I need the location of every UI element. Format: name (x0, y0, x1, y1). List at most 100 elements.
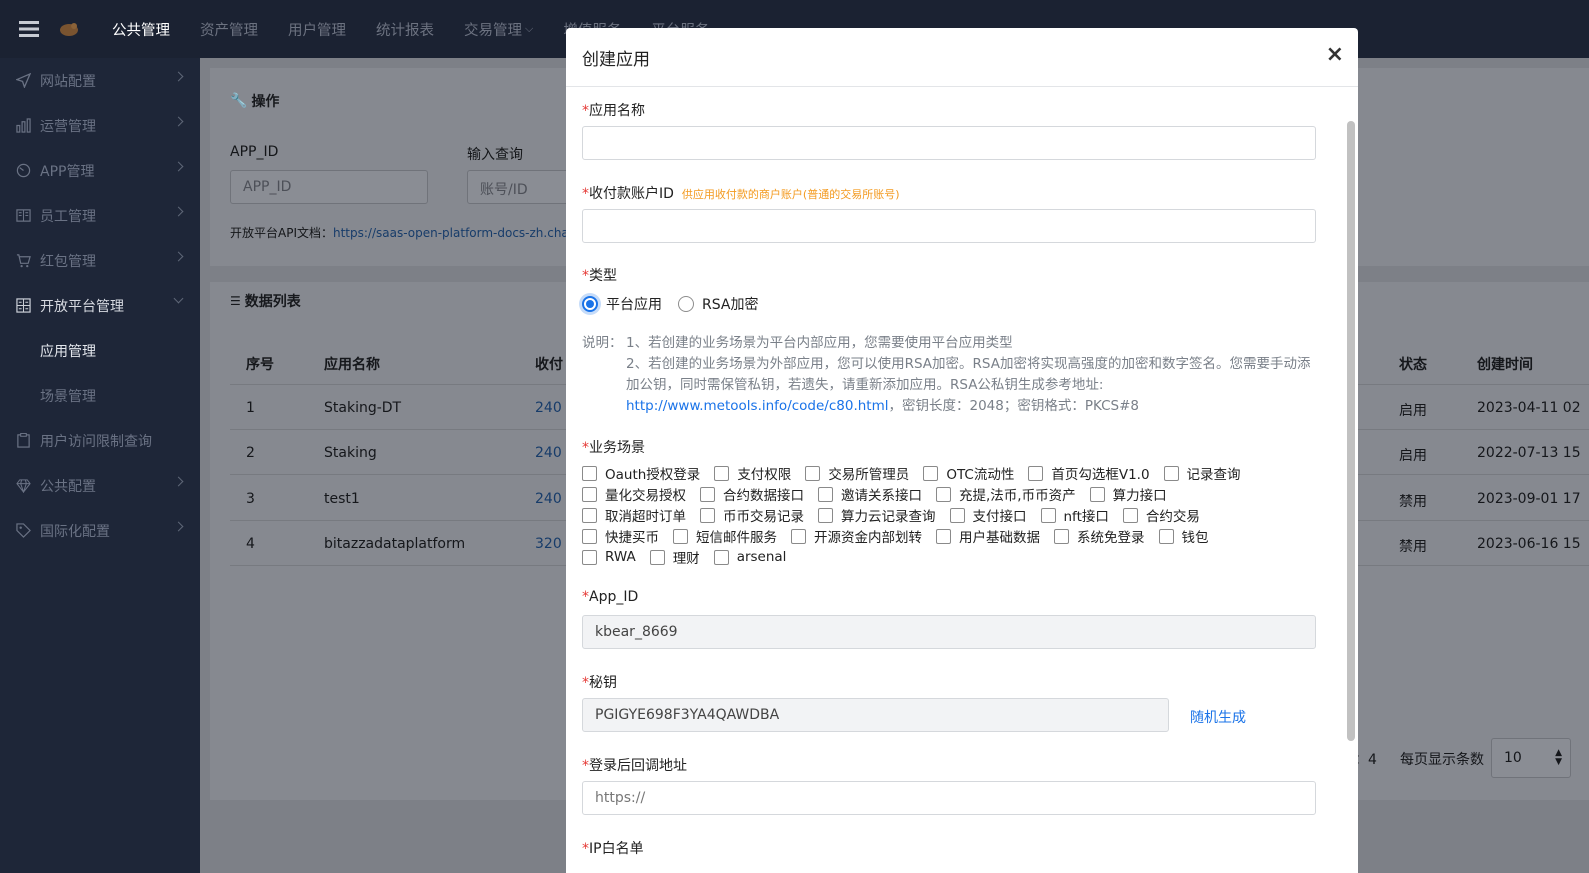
scene-checkbox[interactable] (1054, 528, 1069, 544)
sidebar-item-operations[interactable]: 运营管理 (0, 103, 200, 148)
sidebar-item-public-config[interactable]: 公共配置 (0, 463, 200, 508)
sidebar-item-i18n-config[interactable]: 国际化配置 (0, 508, 200, 553)
scene-checkbox[interactable] (1028, 465, 1044, 481)
topnav-asset-management[interactable]: 资产管理 (200, 19, 258, 40)
scene-checkbox-label[interactable]: OTC流动性 (946, 463, 1014, 483)
scene-checkbox-label[interactable]: 邀请关系接口 (841, 484, 922, 504)
scene-checkbox[interactable] (714, 465, 730, 481)
list-icon: ☰ (230, 294, 241, 308)
scene-checkbox-label[interactable]: 系统免登录 (1077, 526, 1145, 546)
scene-checkbox-label[interactable]: 短信邮件服务 (696, 526, 777, 546)
scene-checkbox-label[interactable]: nft接口 (1064, 505, 1109, 525)
secret-input[interactable]: PGIGYE698F3YA4QAWDBA (582, 698, 1169, 732)
scene-checkbox[interactable] (700, 486, 715, 502)
data-list-title: ☰ 数据列表 (230, 294, 301, 310)
scene-checkbox[interactable] (582, 528, 597, 544)
diamond-icon (14, 477, 32, 495)
scene-checkbox[interactable] (700, 507, 715, 523)
account-id-input[interactable] (582, 209, 1316, 243)
scene-checkbox-label[interactable]: 合约交易 (1146, 505, 1200, 525)
scene-checkbox-label[interactable]: 支付权限 (737, 463, 791, 483)
scene-checkbox[interactable] (713, 549, 729, 565)
scene-checkbox-label[interactable]: 钱包 (1182, 526, 1209, 546)
type-radio-group: 平台应用 RSA加密 (582, 294, 774, 314)
scene-checkbox[interactable] (1040, 507, 1056, 523)
scene-checkbox-label[interactable]: 算力云记录查询 (841, 505, 936, 525)
scene-checkbox-label[interactable]: 开源资金内部划转 (814, 526, 922, 546)
scene-checkbox[interactable] (936, 486, 951, 502)
scene-checkbox-label[interactable]: 充提,法币,币币资产 (959, 484, 1076, 504)
table-cell-name: Staking (324, 445, 377, 461)
topnav-user-management[interactable]: 用户管理 (288, 19, 346, 40)
scene-checkbox[interactable] (1089, 486, 1105, 502)
scene-checkbox[interactable] (1122, 507, 1138, 523)
scene-checkbox[interactable] (1158, 528, 1174, 544)
radio-rsa-label[interactable]: RSA加密 (702, 294, 758, 314)
scene-checkbox[interactable] (923, 465, 939, 481)
table-cell-account[interactable]: 240 (535, 491, 562, 507)
api-doc-link[interactable]: https://saas-open-platform-docs-zh.cha (333, 226, 569, 240)
radio-platform-app[interactable] (582, 296, 598, 312)
scene-checkbox-label[interactable]: 算力接口 (1113, 484, 1167, 504)
scene-checkbox-label[interactable]: 理财 (673, 547, 700, 567)
close-icon[interactable]: × (1326, 44, 1344, 66)
scene-checkbox[interactable] (582, 549, 597, 565)
scene-checkbox[interactable] (1163, 465, 1179, 481)
scene-checkbox-label[interactable]: 币币交易记录 (723, 505, 804, 525)
scene-checkbox-label[interactable]: 用户基础数据 (959, 526, 1040, 546)
scene-checkbox[interactable] (818, 507, 833, 523)
scene-checkbox-label[interactable]: 交易所管理员 (828, 463, 909, 483)
scene-checkbox[interactable] (805, 465, 821, 481)
sidebar-item-access-limit[interactable]: 用户访问限制查询 (0, 418, 200, 463)
app-id-filter-input[interactable]: APP_ID (230, 170, 428, 204)
sidebar-item-red-packet[interactable]: 红包管理 (0, 238, 200, 283)
radio-rsa[interactable] (678, 296, 694, 312)
scene-checkbox[interactable] (791, 528, 806, 544)
scene-checkbox-label[interactable]: RWA (605, 549, 636, 565)
sidebar-item-staff[interactable]: 员工管理 (0, 193, 200, 238)
scene-checkbox-label[interactable]: 首页勾选框V1.0 (1051, 463, 1149, 483)
per-page-select[interactable]: 10 ▲ ▼ (1491, 738, 1571, 778)
scene-checkbox-label[interactable]: 量化交易授权 (605, 484, 686, 504)
scene-checkbox[interactable] (649, 549, 665, 565)
scene-checkbox-row: RWA 理财 arsenal (582, 547, 800, 567)
scene-checkbox-label[interactable]: arsenal (737, 549, 787, 565)
sidebar-item-open-platform[interactable]: 开放平台管理 (0, 283, 200, 328)
rsa-reference-link[interactable]: http://www.metools.info/code/c80.html (626, 398, 889, 414)
scene-checkbox-label[interactable]: 快捷买币 (605, 526, 659, 546)
generate-secret-button[interactable]: 随机生成 (1190, 707, 1246, 727)
topnav-trade-management[interactable]: 交易管理 ⌵ (464, 19, 533, 40)
topnav-statistics[interactable]: 统计报表 (376, 19, 434, 40)
scene-checkbox[interactable] (582, 465, 597, 481)
table-cell-account[interactable]: 240 (535, 445, 562, 461)
brand-logo[interactable] (58, 20, 98, 38)
scene-checkbox-label[interactable]: Oauth授权登录 (605, 463, 700, 483)
scene-checkbox-label[interactable]: 取消超时订单 (605, 505, 686, 525)
scene-checkbox-label[interactable]: 合约数据接口 (723, 484, 804, 504)
type-label: *类型 (582, 268, 617, 284)
sidebar-subitem-app-management[interactable]: 应用管理 (0, 328, 200, 373)
topnav-public-management[interactable]: 公共管理 (112, 19, 170, 40)
scene-checkbox[interactable] (818, 486, 833, 502)
modal-scrollbar[interactable] (1347, 121, 1355, 741)
scene-checkbox[interactable] (582, 486, 597, 502)
scene-checkbox[interactable] (949, 507, 965, 523)
scene-checkbox[interactable] (582, 507, 597, 523)
sidebar-item-site-config[interactable]: 网站配置 (0, 58, 200, 103)
scene-checkbox-label[interactable]: 支付接口 (973, 505, 1027, 525)
scene-checkbox[interactable] (673, 528, 688, 544)
callback-url-input[interactable]: https:// (582, 781, 1316, 815)
table-cell-created: 2023-04-11 02 (1477, 400, 1581, 416)
radio-platform-app-label[interactable]: 平台应用 (606, 294, 662, 314)
sidebar-subitem-scene-management[interactable]: 场景管理 (0, 373, 200, 418)
table-cell-account[interactable]: 240 (535, 400, 562, 416)
table-cell-account[interactable]: 320 (535, 536, 562, 552)
pagination-per-page-label: 每页显示条数 (1400, 752, 1484, 768)
scene-checkbox-label[interactable]: 记录查询 (1187, 463, 1241, 483)
app-name-input[interactable] (582, 126, 1316, 160)
chevron-right-icon (173, 206, 184, 217)
scene-checkbox[interactable] (936, 528, 951, 544)
menu-toggle-icon[interactable] (0, 0, 58, 58)
per-page-value: 10 (1504, 750, 1522, 766)
sidebar-item-app[interactable]: APP管理 (0, 148, 200, 193)
